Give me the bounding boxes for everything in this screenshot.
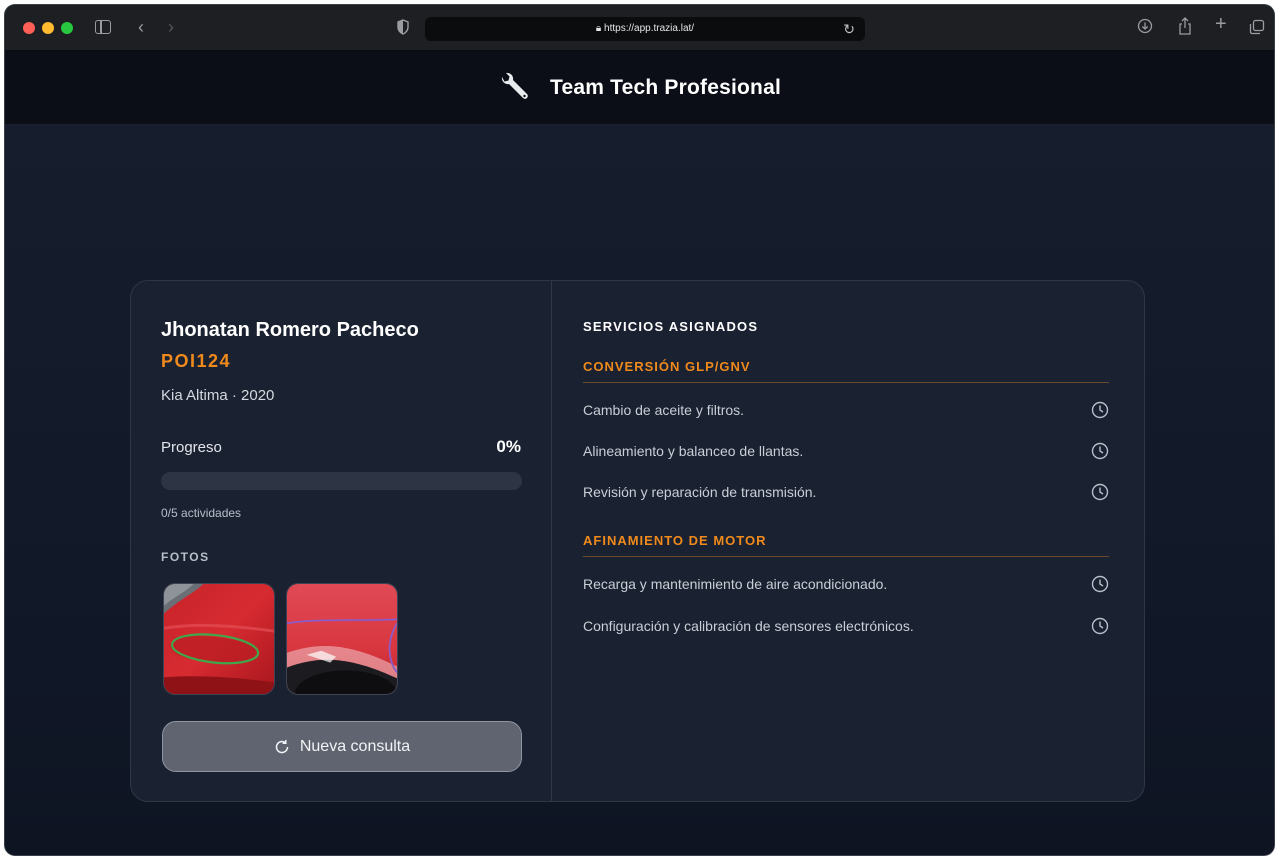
clock-icon (1091, 442, 1109, 460)
photos-heading: FOTOS (161, 550, 210, 564)
tab-overview-icon[interactable] (1249, 19, 1265, 35)
refresh-icon (275, 739, 289, 753)
progress-label: Progreso (161, 439, 222, 456)
service-group-title: AFINAMIENTO DE MOTOR (583, 533, 767, 548)
app-title: Team Tech Profesional (550, 75, 781, 99)
zoom-window-button[interactable] (61, 22, 73, 34)
clock-icon (1091, 401, 1109, 419)
progress-bar (161, 472, 522, 490)
services-panel: SERVICIOS ASIGNADOS CONVERSIÓN GLP/GNV C… (552, 281, 1144, 801)
browser-window: ‹ › 🔒︎ https://app.trazia.lat/ ↻ + Team … (5, 5, 1274, 855)
app-header: Team Tech Profesional (5, 51, 1274, 125)
service-item: Configuración y calibración de sensores … (583, 615, 1109, 637)
progress-percent: 0% (496, 437, 521, 456)
service-group-divider (583, 556, 1109, 557)
license-plate: POI124 (161, 351, 232, 371)
forward-arrow-icon[interactable]: › (168, 18, 174, 36)
client-name: Jhonatan Romero Pacheco (161, 319, 419, 341)
service-item: Cambio de aceite y filtros. (583, 399, 1109, 421)
address-bar[interactable]: 🔒︎ https://app.trazia.lat/ ↻ (425, 17, 865, 41)
service-item-label: Alineamiento y balanceo de llantas. (583, 443, 804, 459)
service-group-divider (583, 382, 1109, 383)
clock-icon (1091, 483, 1109, 501)
url-text: 🔒︎ https://app.trazia.lat/ (595, 23, 695, 34)
service-item-label: Recarga y mantenimiento de aire acondici… (583, 576, 888, 592)
minimize-window-button[interactable] (42, 22, 54, 34)
service-item: Recarga y mantenimiento de aire acondici… (583, 573, 1109, 595)
privacy-shield-icon[interactable] (397, 19, 409, 35)
new-query-label: Nueva consulta (299, 737, 411, 755)
new-tab-icon[interactable]: + (1215, 14, 1227, 34)
vehicle-model: Kia Altima · 2020 (161, 387, 275, 404)
wrench-icon (501, 72, 528, 99)
close-window-button[interactable] (23, 22, 35, 34)
photo-thumbnail[interactable] (163, 583, 275, 695)
url-value: https://app.trazia.lat/ (604, 23, 695, 34)
activities-count: 0/5 actividades (161, 506, 242, 520)
service-item-label: Cambio de aceite y filtros. (583, 402, 745, 418)
clock-icon (1091, 617, 1109, 635)
service-item: Alineamiento y balanceo de llantas. (583, 440, 1109, 462)
back-arrow-icon[interactable]: ‹ (138, 18, 144, 36)
browser-toolbar: ‹ › 🔒︎ https://app.trazia.lat/ ↻ + (5, 5, 1274, 51)
share-icon[interactable] (1177, 17, 1193, 35)
service-item-label: Configuración y calibración de sensores … (583, 618, 914, 634)
photo-thumbnail[interactable] (286, 583, 398, 695)
service-item-label: Revisión y reparación de transmisión. (583, 484, 817, 500)
clock-icon (1091, 575, 1109, 593)
reload-icon[interactable]: ↻ (843, 21, 855, 38)
vehicle-card: Jhonatan Romero Pacheco POI124 Kia Altim… (130, 280, 1145, 802)
service-group-title: CONVERSIÓN GLP/GNV (583, 359, 751, 374)
services-heading: SERVICIOS ASIGNADOS (583, 319, 759, 334)
vehicle-summary-panel: Jhonatan Romero Pacheco POI124 Kia Altim… (131, 281, 552, 801)
service-item: Revisión y reparación de transmisión. (583, 481, 1109, 503)
sidebar-toggle-icon[interactable] (95, 20, 111, 34)
downloads-icon[interactable] (1137, 18, 1153, 34)
new-query-button[interactable]: Nueva consulta (162, 721, 522, 772)
